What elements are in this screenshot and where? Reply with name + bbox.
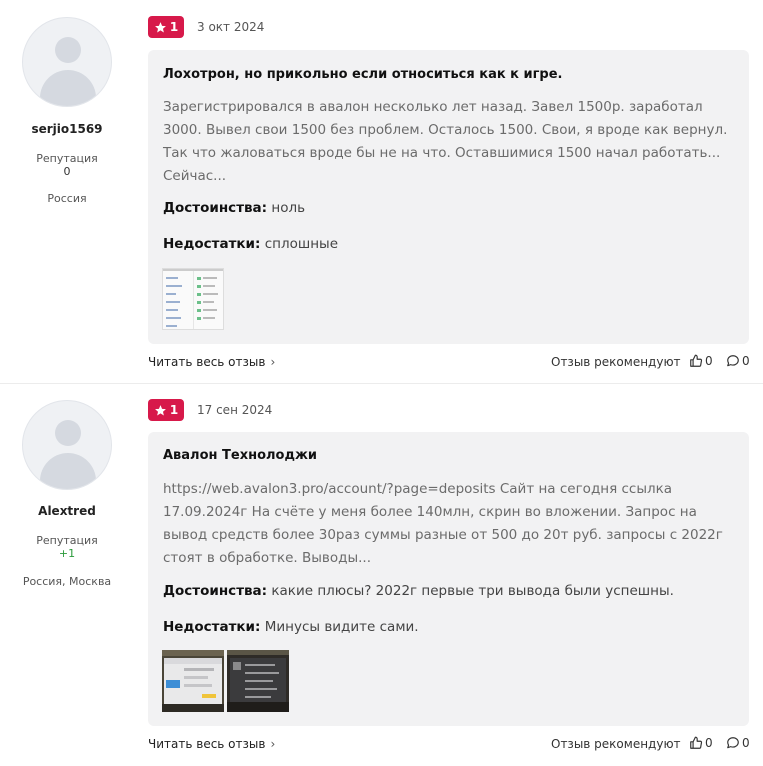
avatar[interactable] xyxy=(22,400,112,490)
read-more-label: Читать весь отзыв xyxy=(148,737,266,751)
chevron-right-icon: › xyxy=(270,355,276,369)
review-title[interactable]: Авалон Технолоджи xyxy=(163,448,317,463)
review-text: Зарегистрировался в авалон несколько лет… xyxy=(163,96,738,188)
rating-badge: 1 xyxy=(148,16,184,38)
recommend-label: Отзыв рекомендуют xyxy=(551,355,681,369)
author-location: Россия xyxy=(47,192,87,205)
attachment-thumbnail[interactable] xyxy=(162,650,224,712)
review-card: Лохотрон, но прикольно если относиться к… xyxy=(148,50,749,344)
rating-badge: 1 xyxy=(148,399,184,421)
pros: Достоинства: ноль xyxy=(163,200,305,216)
comment-button[interactable]: 0 xyxy=(726,354,750,368)
like-count: 0 xyxy=(705,354,713,368)
comment-count: 0 xyxy=(742,354,750,368)
review-text-line: Сейчас... xyxy=(163,168,227,184)
read-full-review-link[interactable]: Читать весь отзыв › xyxy=(148,737,275,751)
review-text-line: Так что жаловаться вроде бы не на что. О… xyxy=(163,145,721,161)
read-more-label: Читать весь отзыв xyxy=(148,355,266,369)
comment-icon xyxy=(727,737,739,749)
pros-label: Достоинства: xyxy=(163,200,268,216)
avatar[interactable] xyxy=(22,17,112,107)
review-text: https://web.avalon3.pro/account/?page=de… xyxy=(163,478,738,570)
pros-text: ноль xyxy=(271,200,306,216)
comment-icon xyxy=(727,355,739,367)
author-location: Россия, Москва xyxy=(22,575,112,588)
pros-label: Достоинства: xyxy=(163,583,268,599)
like-button[interactable]: 0 xyxy=(689,354,713,368)
review-text-line: https://web.avalon3.pro/account/?page=de… xyxy=(163,481,673,497)
author-name[interactable]: serjio1569 xyxy=(0,122,134,136)
star-icon xyxy=(154,21,166,32)
rating-value: 1 xyxy=(169,20,179,34)
reputation-label: Репутация xyxy=(36,152,98,165)
author-name[interactable]: Alextred xyxy=(0,504,134,518)
review-text-line: 3000. Вывел свои 1500 без проблем. Остал… xyxy=(163,122,728,138)
like-count: 0 xyxy=(705,736,713,750)
review-date: 17 сен 2024 xyxy=(197,403,273,417)
cons: Недостатки: Минусы видите сами. xyxy=(163,619,419,635)
recommend-label: Отзыв рекомендуют xyxy=(551,737,681,751)
chevron-right-icon: › xyxy=(270,737,276,751)
review-text-line: стоят в обработке. Выводы... xyxy=(163,550,371,566)
rating-value: 1 xyxy=(169,403,179,417)
review-divider xyxy=(0,383,763,384)
review-text-line: 17.09.2024г На счёте у меня более 140млн… xyxy=(163,504,697,520)
review-text-line: вывод средств более 30раз суммы разные о… xyxy=(163,527,723,543)
like-button[interactable]: 0 xyxy=(689,736,713,750)
cons: Недостатки: сплошные xyxy=(163,236,338,252)
review-title[interactable]: Лохотрон, но прикольно если относиться к… xyxy=(163,67,563,82)
cons-text: Минусы видите сами. xyxy=(264,619,419,635)
cons-text: сплошные xyxy=(264,236,338,252)
cons-label: Недостатки: xyxy=(163,619,261,635)
reputation-label: Репутация xyxy=(36,534,98,547)
reputation-value: +1 xyxy=(58,547,76,560)
cons-label: Недостатки: xyxy=(163,236,261,252)
thumbs-up-icon xyxy=(690,354,703,367)
pros-text: какие плюсы? 2022г первые три вывода был… xyxy=(271,583,674,599)
thumbs-up-icon xyxy=(690,736,703,749)
comment-count: 0 xyxy=(742,736,750,750)
pros: Достоинства: какие плюсы? 2022г первые т… xyxy=(163,583,674,599)
attachment-thumbnail[interactable] xyxy=(162,268,224,330)
reputation-value: 0 xyxy=(63,165,71,178)
star-icon xyxy=(154,404,166,415)
review-card: Авалон Технолоджи https://web.avalon3.pr… xyxy=(148,432,749,726)
comment-button[interactable]: 0 xyxy=(726,736,750,750)
attachment-thumbnail[interactable] xyxy=(227,650,289,712)
review-date: 3 окт 2024 xyxy=(197,20,265,34)
read-full-review-link[interactable]: Читать весь отзыв › xyxy=(148,355,275,369)
review-text-line: Зарегистрировался в авалон несколько лет… xyxy=(163,99,703,115)
